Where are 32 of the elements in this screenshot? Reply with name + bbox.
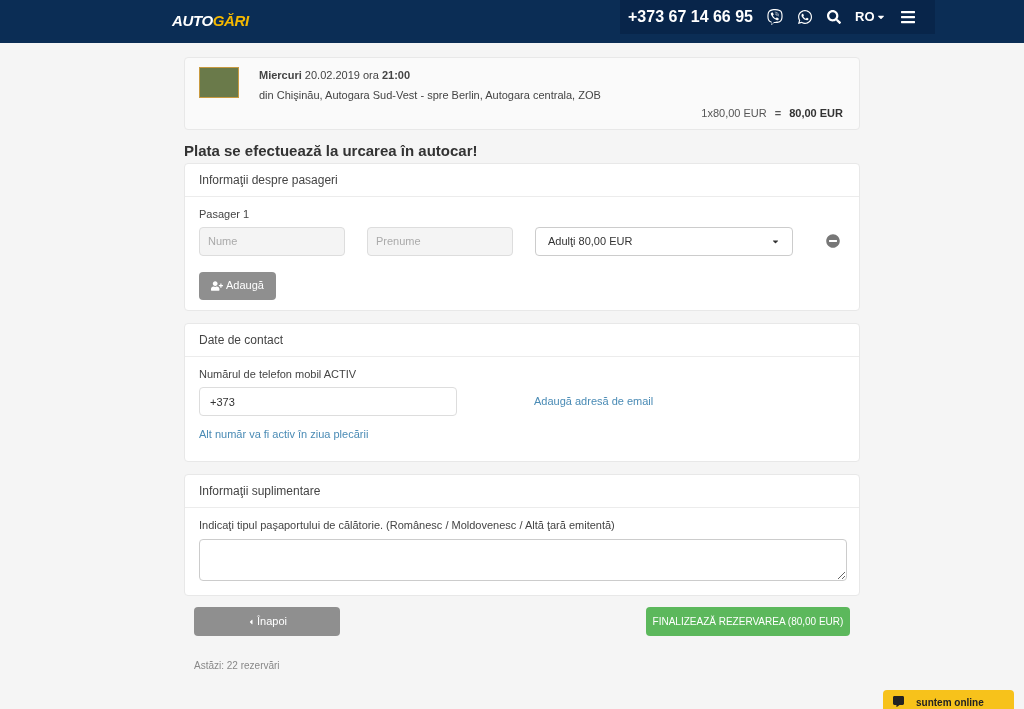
add-user-icon <box>211 279 223 292</box>
passenger-label: Pasager 1 <box>199 207 251 222</box>
price-calculation: 1x80,00 EUR <box>701 106 767 121</box>
total-price: 80,00 EUR <box>789 106 843 121</box>
whatsapp-icon[interactable] <box>797 9 813 25</box>
card-title: Date de contact <box>185 323 859 357</box>
remove-icon[interactable] <box>826 234 840 248</box>
chat-widget[interactable]: suntem online <box>883 690 1014 709</box>
payment-notice: Plata se efectuează la urcarea în autocar! <box>184 140 479 161</box>
first-name-field[interactable]: Prenume <box>367 226 513 256</box>
menu-icon[interactable] <box>899 9 916 25</box>
equals-sign: = <box>774 106 782 121</box>
card-title: Informaţii suplimentare <box>185 474 859 508</box>
fare-select[interactable]: Adulţi 80,00 EUR <box>535 226 793 256</box>
passport-label: Indicaţi tipul paşaportului de călătorie. (Românesc / Moldovenesc / Altă ţară emitentă) <box>199 517 616 533</box>
card-title: Informaţii despre pasageri <box>185 164 859 197</box>
route: din Chişinău, Autogara Sud-Vest - spre Berlin, Autogara centrala, ZOB <box>259 87 601 103</box>
language-selector[interactable]: RO <box>855 7 886 27</box>
photo-placeholder <box>199 67 239 98</box>
add-email-link[interactable]: Adaugă adresă de email <box>534 393 654 410</box>
phone-number[interactable]: +373 67 14 66 95 <box>628 5 753 29</box>
logo[interactable]: AUTOGĂRI <box>172 10 249 33</box>
bookings-today: Astăzi: 22 rezervări <box>194 659 281 673</box>
phone-field[interactable]: +373 <box>199 387 457 416</box>
last-name-field[interactable]: Nume <box>199 226 345 256</box>
departure-time: Miercuri 20.02.2019 ora 21:00 <box>259 68 412 83</box>
caret-icon <box>247 617 255 626</box>
phone-label: Numărul de telefon mobil ACTIV <box>199 366 358 382</box>
viber-icon[interactable] <box>767 9 783 25</box>
alternate-number-link[interactable]: Alt număr va fi activ în ziua plecării <box>199 426 845 443</box>
search-icon[interactable] <box>827 10 841 24</box>
chat-icon <box>893 696 904 707</box>
